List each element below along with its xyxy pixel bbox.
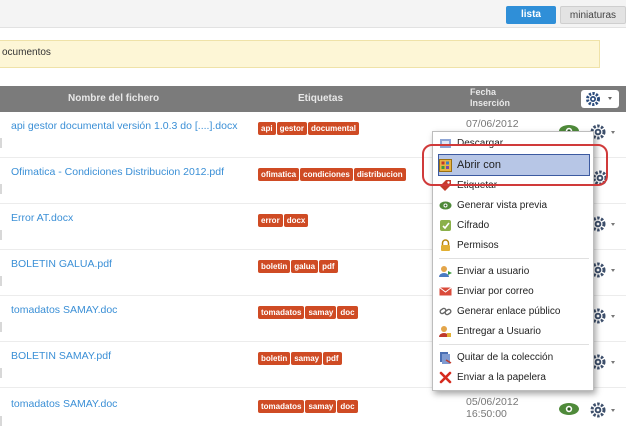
- row-marker: [0, 276, 2, 286]
- file-name-link[interactable]: Ofimatica - Condiciones Distribucion 201…: [11, 166, 224, 178]
- lock-icon: [441, 238, 450, 251]
- menu-divider: [439, 344, 589, 345]
- tag-list: tomadatos samay doc: [258, 306, 358, 319]
- tag[interactable]: documental: [308, 122, 359, 135]
- eye-icon: [439, 201, 452, 209]
- menu-item-send-mail[interactable]: Enviar por correo: [439, 282, 589, 300]
- tag[interactable]: galua: [291, 260, 319, 273]
- tag-list: boletin galua pdf: [258, 260, 338, 273]
- table-header: Nombre del fichero Etiquetas Fecha Inserc…: [0, 86, 626, 112]
- tag-list: boletin samay pdf: [258, 352, 342, 365]
- menu-item-label: Cifrado: [457, 219, 490, 231]
- thumbnails-view-button[interactable]: miniaturas: [560, 6, 626, 24]
- date-text: 07/06/2012: [466, 118, 519, 130]
- preview-eye-icon[interactable]: [558, 402, 580, 416]
- column-header-date[interactable]: Fecha Inserción: [470, 86, 530, 109]
- tag[interactable]: tomadatos: [258, 306, 305, 319]
- file-name-link[interactable]: BOLETIN GALUA.pdf: [11, 258, 112, 270]
- tag[interactable]: doc: [337, 306, 358, 319]
- file-name-link[interactable]: BOLETIN SAMAY.pdf: [11, 350, 111, 362]
- menu-item-label: Enviar por correo: [457, 285, 534, 297]
- menu-item-encryption[interactable]: Cifrado: [439, 216, 589, 234]
- tag[interactable]: pdf: [319, 260, 338, 273]
- deliver-icon: [439, 325, 451, 337]
- tag[interactable]: boletin: [258, 260, 291, 273]
- tag-list: api gestor documental: [258, 122, 359, 135]
- menu-item-label: Generar enlace público: [457, 305, 561, 317]
- menu-item-preview[interactable]: Generar vista previa: [439, 196, 589, 214]
- tag-list: tomadatos samay doc: [258, 400, 358, 413]
- tag[interactable]: ofimatica: [258, 168, 300, 181]
- row-marker: [0, 138, 2, 148]
- row-marker: [0, 416, 2, 426]
- bulk-actions-button[interactable]: [581, 90, 619, 108]
- gear-icon: [586, 92, 612, 106]
- notice-text: ocumentos: [2, 47, 51, 58]
- tag[interactable]: error: [258, 214, 283, 227]
- menu-item-send-to-user[interactable]: Enviar a usuario: [439, 262, 589, 280]
- tag-list: ofimatica condiciones distribucion: [258, 168, 406, 181]
- insertion-date: 07/06/2012: [466, 118, 519, 130]
- link-icon: [439, 307, 452, 315]
- menu-divider: [439, 258, 589, 259]
- column-header-date-line2: Inserción: [470, 98, 511, 108]
- row-marker: [0, 322, 2, 332]
- tag[interactable]: pdf: [323, 352, 342, 365]
- tag[interactable]: condiciones: [300, 168, 353, 181]
- menu-item-trash[interactable]: Enviar a la papelera: [439, 368, 589, 386]
- menu-item-label: Entregar a Usuario: [457, 325, 541, 337]
- column-header-date-line1: Fecha: [470, 87, 497, 97]
- column-header-tags[interactable]: Etiquetas: [298, 86, 343, 112]
- menu-item-deliver-to-user[interactable]: Entregar a Usuario: [439, 322, 589, 340]
- file-name-link[interactable]: Error AT.docx: [11, 212, 73, 224]
- row-marker: [0, 368, 2, 378]
- file-name-link[interactable]: tomadatos SAMAY.doc: [11, 398, 117, 410]
- top-toolbar: lista miniaturas: [0, 0, 626, 28]
- tag[interactable]: boletin: [258, 352, 291, 365]
- table-row[interactable]: tomadatos SAMAY.doc tomadatos samay doc …: [0, 390, 626, 428]
- tag[interactable]: samay: [291, 352, 323, 365]
- insertion-date: 05/06/2012 16:50:00: [466, 396, 519, 420]
- menu-item-remove-collection[interactable]: Quitar de la colección: [439, 348, 589, 366]
- menu-item-label: Enviar a la papelera: [457, 371, 546, 383]
- highlight-callout: [422, 144, 608, 186]
- tag[interactable]: tomadatos: [258, 400, 305, 413]
- date-text: 05/06/2012: [466, 396, 519, 408]
- gear-icon[interactable]: [586, 400, 622, 420]
- row-actions: [556, 398, 626, 424]
- mail-icon: [439, 286, 452, 295]
- menu-item-label: Generar vista previa: [457, 199, 548, 211]
- tag[interactable]: samay: [305, 400, 337, 413]
- file-name-link[interactable]: api gestor documental versión 1.0.3 do […: [11, 120, 237, 132]
- encrypt-icon: [440, 219, 451, 231]
- send-user-icon: [439, 265, 452, 277]
- time-text: 16:50:00: [466, 408, 507, 420]
- tag[interactable]: doc: [337, 400, 358, 413]
- row-marker: [0, 184, 2, 194]
- file-name-link[interactable]: tomadatos SAMAY.doc: [11, 304, 117, 316]
- menu-item-label: Quitar de la colección: [457, 351, 554, 363]
- tag[interactable]: docx: [283, 214, 309, 227]
- column-header-name[interactable]: Nombre del fichero: [68, 86, 159, 112]
- tag[interactable]: samay: [305, 306, 337, 319]
- menu-item-public-link[interactable]: Generar enlace público: [439, 302, 589, 320]
- tag[interactable]: api: [258, 122, 276, 135]
- menu-item-label: Enviar a usuario: [457, 265, 530, 277]
- row-marker: [0, 230, 2, 240]
- tag-list: error docx: [258, 214, 309, 227]
- tag[interactable]: gestor: [276, 122, 308, 135]
- menu-item-permissions[interactable]: Permisos: [439, 236, 589, 254]
- info-notice: ocumentos: [0, 40, 600, 68]
- tag[interactable]: distribucion: [353, 168, 406, 181]
- menu-item-label: Permisos: [457, 239, 499, 251]
- remove-collection-icon: [440, 351, 452, 364]
- list-view-button[interactable]: lista: [506, 6, 556, 24]
- trash-icon: [439, 371, 452, 383]
